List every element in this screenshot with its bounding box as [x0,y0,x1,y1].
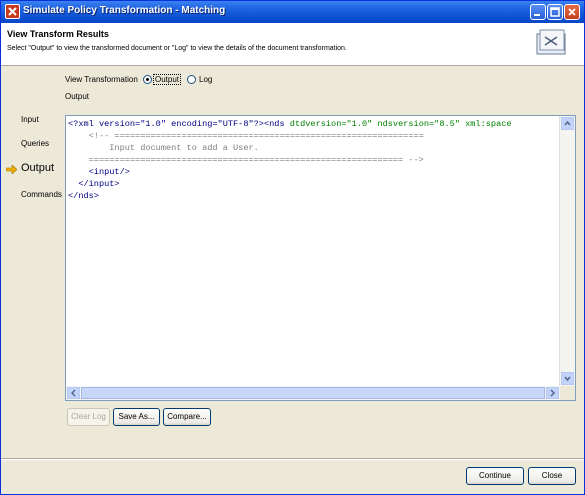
save-as-button[interactable]: Save As... [113,408,160,426]
page-title: View Transform Results [7,29,109,39]
nds-attributes: dtdversion="1.0" ndsversion="8.5" xml:sp… [284,119,512,129]
minimize-icon [534,14,540,16]
scroll-right-icon [550,389,555,397]
dialog-window: Simulate Policy Transformation - Matchin… [0,0,585,495]
comment-line: ========================================… [68,155,424,165]
scrollbar-corner [560,386,575,400]
compare-button[interactable]: Compare... [163,408,211,426]
clear-log-button[interactable]: Clear Log [67,408,110,426]
scroll-left-icon [71,389,76,397]
nds-close-tag: </nds> [68,191,99,201]
output-document-viewer[interactable]: <?xml version="1.0" encoding="UTF-8"?><n… [65,115,576,401]
maximize-icon [550,7,560,17]
nds-open-tag: <nds [263,119,285,129]
app-icon [5,4,20,19]
scroll-down-button[interactable] [561,372,574,385]
page-description: Select "Output" to view the transformed … [7,45,347,52]
input-element: <input/> [68,167,130,177]
close-button[interactable]: Close [528,467,576,485]
nav-item-queries[interactable]: Queries [21,139,49,148]
window-title: Simulate Policy Transformation - Matchin… [23,5,226,16]
current-step-arrow-icon [6,165,17,174]
nav-item-input[interactable]: Input [21,115,39,124]
footer-separator [1,458,584,460]
maximize-button[interactable] [547,4,563,20]
scroll-up-icon [564,120,571,126]
close-icon [568,8,576,16]
title-bar[interactable]: Simulate Policy Transformation - Matchin… [1,1,584,23]
continue-button[interactable]: Continue [466,467,524,485]
header-panel: View Transform Results Select "Output" t… [1,23,584,66]
xml-declaration: <?xml version="1.0" encoding="UTF-8"?> [68,119,264,129]
output-radio-label[interactable]: Output [152,74,182,85]
log-radio-label[interactable]: Log [199,75,212,84]
log-radio[interactable] [187,75,196,84]
scroll-down-icon [564,376,571,382]
section-label: Output [65,92,90,101]
scroll-right-button[interactable] [546,387,559,399]
nav-item-commands[interactable]: Commands [21,190,62,199]
view-transformation-label: View Transformation [65,75,138,84]
minimize-button[interactable] [530,4,546,20]
horizontal-scrollbar[interactable] [66,386,560,400]
nav-item-output[interactable]: Output [21,162,54,174]
transform-document-icon [536,29,566,55]
xml-content: <?xml version="1.0" encoding="UTF-8"?><n… [68,118,560,388]
output-radio[interactable] [143,75,152,84]
close-window-button[interactable] [564,4,580,20]
comment-line: <!-- ===================================… [68,131,424,141]
input-close-tag: </input> [68,179,120,189]
vertical-scrollbar[interactable] [559,116,575,386]
scroll-up-button[interactable] [561,117,574,130]
scroll-left-button[interactable] [67,387,80,399]
comment-line: Input document to add a User. [68,143,259,153]
horizontal-scroll-thumb[interactable] [81,387,545,399]
